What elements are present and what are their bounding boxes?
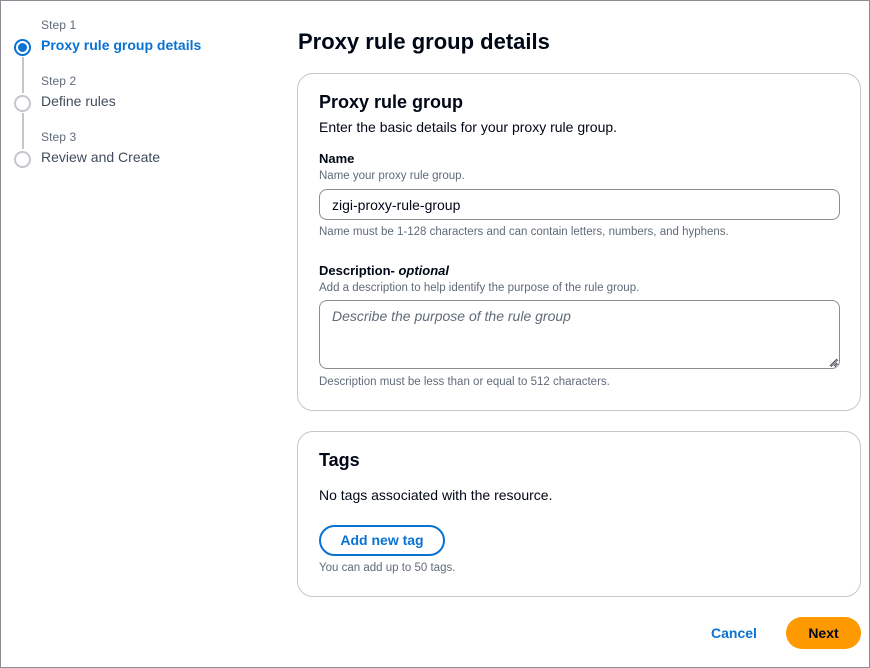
name-field-sublabel: Name your proxy rule group.	[319, 170, 465, 182]
description-field-sublabel: Add a description to help identify the p…	[319, 282, 640, 294]
step-3: Step 3 Review and Create	[14, 130, 274, 186]
rule-group-card: Proxy rule group Enter the basic details…	[297, 73, 861, 411]
step-3-title: Review and Create	[41, 149, 161, 165]
step-1[interactable]: Step 1 Proxy rule group details	[14, 18, 274, 93]
rule-group-card-description: Enter the basic details for your proxy r…	[319, 119, 618, 135]
cancel-button[interactable]: Cancel	[699, 617, 769, 649]
description-constraint-text: Description must be less than or equal t…	[319, 376, 610, 388]
tags-empty-text: No tags associated with the resource.	[319, 487, 553, 503]
rule-group-card-title: Proxy rule group	[319, 92, 464, 112]
tags-card-title: Tags	[319, 450, 360, 470]
step-1-label: Step 1	[41, 18, 77, 32]
name-field-label: Name	[319, 151, 355, 166]
next-button[interactable]: Next	[786, 617, 861, 649]
step-2-title: Define rules	[41, 93, 116, 109]
name-constraint-text: Name must be 1-128 characters and can co…	[319, 226, 729, 238]
description-textarea-wrap	[298, 300, 862, 369]
optional-label: optional	[398, 263, 450, 278]
tags-limit-text: You can add up to 50 tags.	[319, 562, 456, 574]
step-3-pending-icon	[14, 151, 31, 168]
wizard-steps: Step 1 Proxy rule group details Step 2 D…	[14, 18, 274, 186]
step-1-title[interactable]: Proxy rule group details	[41, 37, 201, 53]
step-3-label: Step 3	[41, 130, 77, 144]
tags-card: Tags No tags associated with the resourc…	[297, 431, 861, 597]
resize-handle-icon[interactable]	[828, 357, 838, 367]
description-label-text: Description-	[319, 263, 395, 278]
page-title: Proxy rule group details	[298, 29, 550, 54]
step-2-label: Step 2	[41, 74, 77, 88]
add-new-tag-button[interactable]: Add new tag	[319, 525, 445, 556]
wizard-frame: Step 1 Proxy rule group details Step 2 D…	[0, 0, 870, 668]
step-1-active-icon	[14, 39, 31, 56]
description-field-label: Description- optional	[319, 263, 449, 278]
description-textarea[interactable]	[319, 300, 840, 369]
step-2: Step 2 Define rules	[14, 74, 274, 149]
name-input[interactable]	[319, 189, 840, 220]
step-2-pending-icon	[14, 95, 31, 112]
